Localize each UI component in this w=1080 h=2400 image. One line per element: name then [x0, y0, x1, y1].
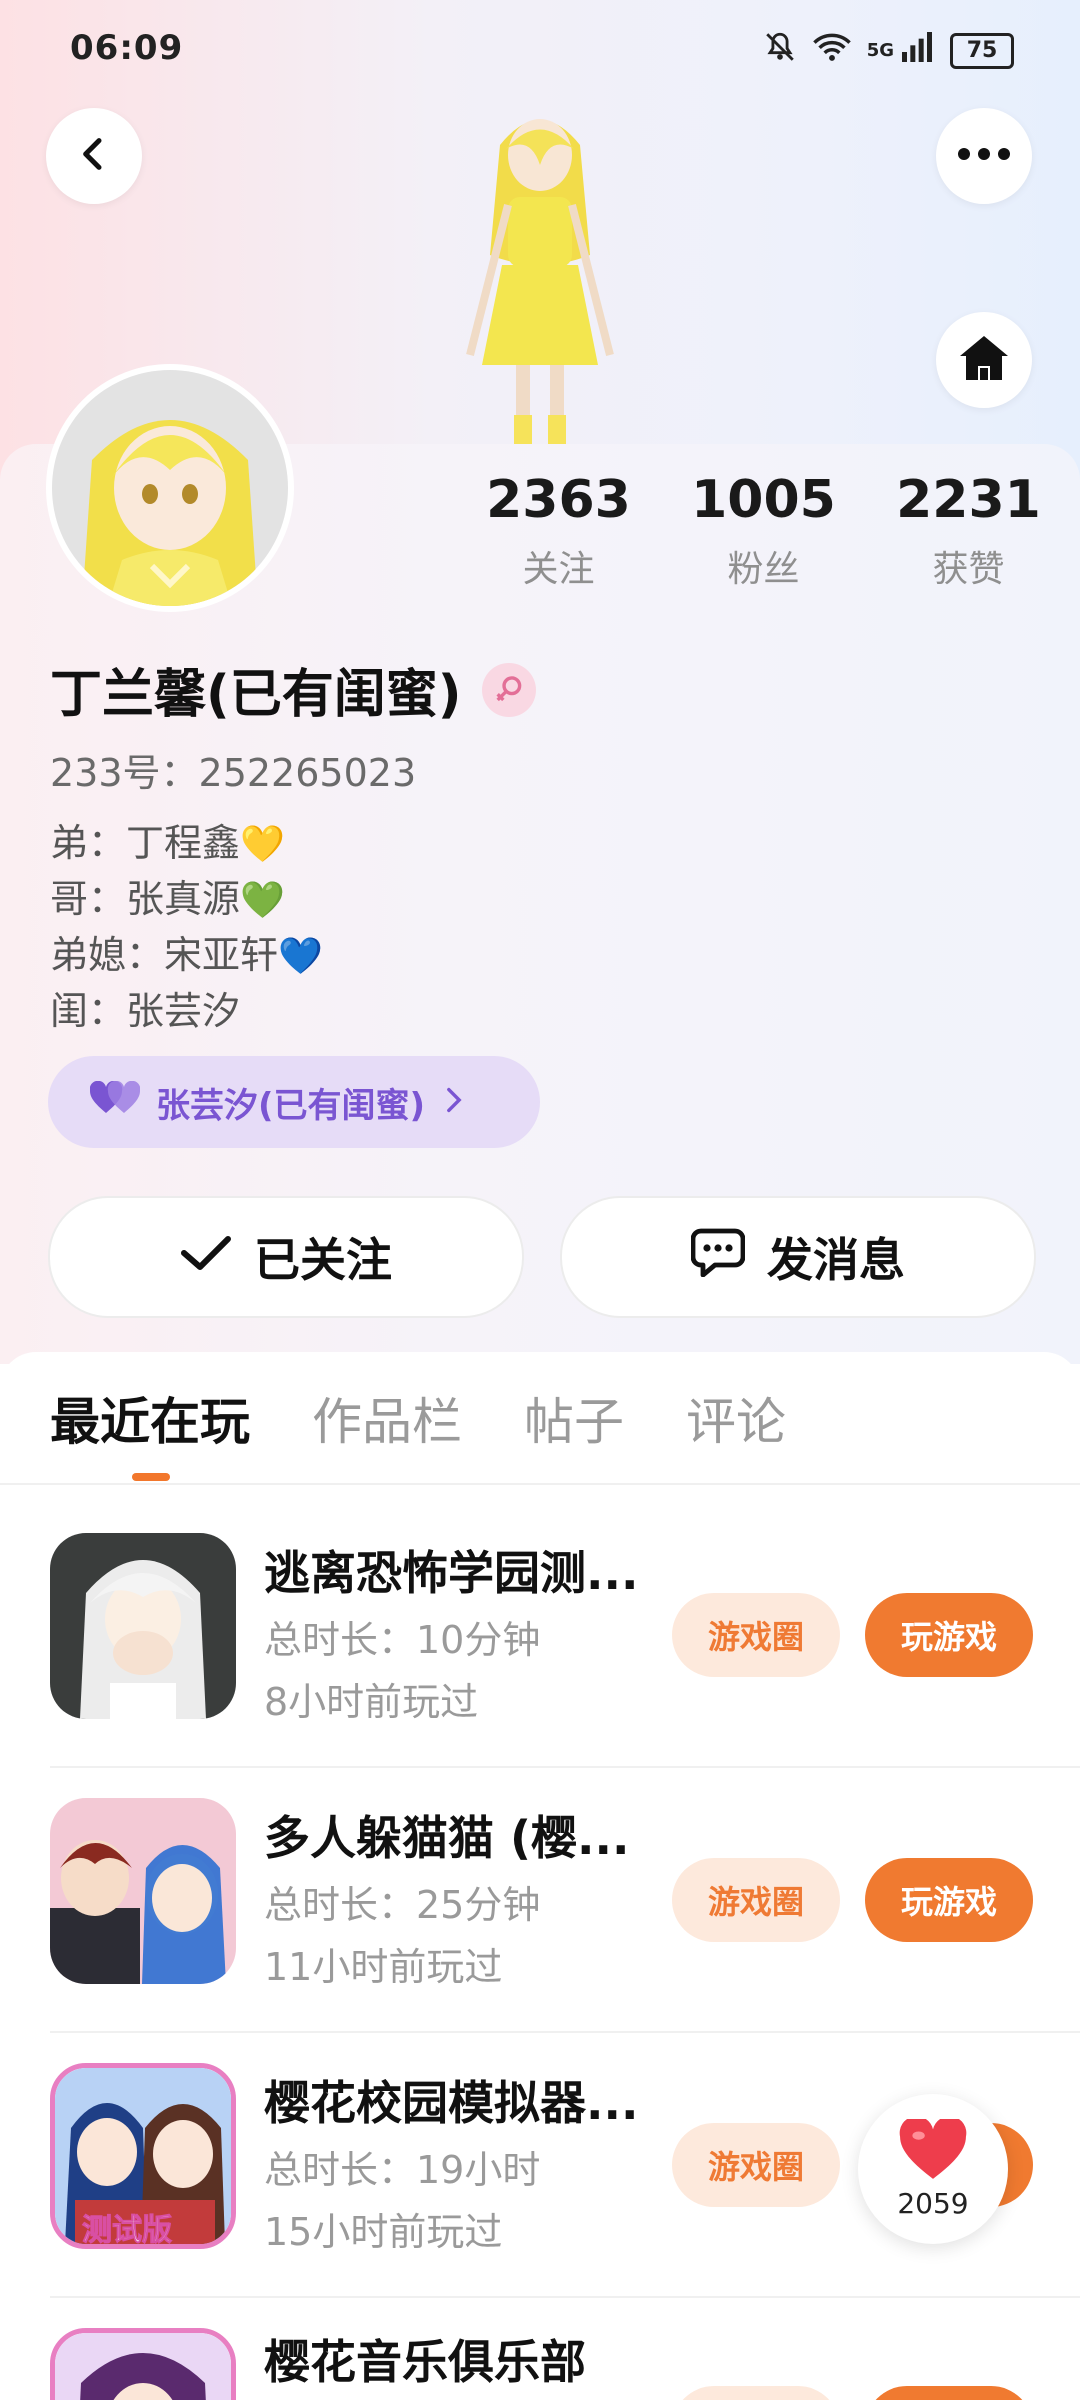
game-last-played: 15小时前玩过 — [264, 2210, 503, 2254]
tab-posts[interactable]: 帖子 — [524, 1382, 624, 1454]
check-icon — [180, 1230, 254, 1284]
tab-divider — [0, 1483, 1080, 1485]
game-title: 樱花音乐俱乐部 — [264, 2335, 586, 2389]
profile-name: 丁兰馨(已有闺蜜) — [50, 665, 462, 725]
game-title: 逃离恐怖学园测... — [264, 1546, 639, 1600]
like-count: 2059 — [897, 2186, 969, 2220]
play-game-button[interactable] — [865, 2386, 1033, 2400]
followed-label: 已关注 — [254, 1233, 392, 1287]
game-list-item[interactable]: 樱花音乐俱乐部 — [0, 2298, 1080, 2400]
home-icon — [958, 334, 1010, 386]
bio-text: 闺：张芸汐 — [50, 989, 241, 1033]
status-bar: 06:09 5G 75 — [0, 0, 1080, 100]
blue-heart-icon: 💙 — [278, 936, 323, 977]
mute-icon — [763, 30, 797, 71]
bio-line: 哥：张真源💚 — [50, 872, 323, 928]
profile-stats: 2363 关注 1005 粉丝 2231 获赞 — [456, 470, 1071, 592]
stat-label: 获赞 — [932, 549, 1005, 590]
like-floating-button[interactable]: 2059 — [858, 2094, 1008, 2244]
game-circle-button[interactable]: 游戏圈 — [672, 1593, 840, 1677]
game-title: 樱花校园模拟器... — [264, 2076, 639, 2130]
profile-tabs: 最近在玩 作品栏 帖子 评论 — [50, 1382, 786, 1454]
message-bubble-icon — [690, 1227, 767, 1288]
female-gender-icon — [481, 662, 536, 717]
bio-line: 闺：张芸汐 — [50, 984, 323, 1038]
game-duration: 总时长：10分钟 — [264, 1618, 541, 1662]
more-options-button[interactable] — [936, 108, 1032, 204]
followed-button[interactable]: 已关注 — [48, 1196, 524, 1318]
game-circle-button[interactable]: 游戏圈 — [672, 2123, 840, 2207]
tab-recently-played[interactable]: 最近在玩 — [50, 1382, 250, 1454]
home-button[interactable] — [936, 312, 1032, 408]
game-last-played: 11小时前玩过 — [264, 1945, 503, 1989]
tab-comments[interactable]: 评论 — [686, 1382, 786, 1454]
stat-label: 关注 — [522, 549, 595, 590]
game-duration: 总时长：25分钟 — [264, 1883, 541, 1927]
stat-value: 2231 — [896, 470, 1041, 530]
bio: 弟：丁程鑫💛 哥：张真源💚 弟媳：宋亚轩💙 闺：张芸汐 — [50, 816, 323, 1038]
back-button[interactable] — [46, 108, 142, 204]
yellow-heart-icon: 💛 — [240, 824, 285, 865]
stat-following[interactable]: 2363 关注 — [456, 470, 661, 592]
game-icon — [50, 2328, 236, 2400]
active-tab-indicator — [132, 1473, 170, 1481]
stat-value: 2363 — [486, 470, 631, 530]
play-game-button[interactable]: 玩游戏 — [865, 1858, 1033, 1942]
avatar-character-figure — [430, 105, 650, 445]
game-list-item[interactable]: 逃离恐怖学园测... 总时长：10分钟 8小时前玩过 游戏圈 玩游戏 — [0, 1503, 1080, 1768]
double-heart-icon — [89, 1080, 141, 1124]
test-version-badge: 测试版 — [82, 2213, 173, 2249]
game-icon — [50, 1533, 236, 1719]
status-time: 06:09 — [70, 28, 184, 68]
bio-text: 哥：张真源 — [50, 877, 241, 921]
stat-likes[interactable]: 2231 获赞 — [866, 470, 1071, 592]
bio-line: 弟：丁程鑫💛 — [50, 816, 323, 872]
wifi-icon — [812, 32, 851, 69]
avatar[interactable] — [46, 364, 294, 612]
chevron-left-icon — [74, 134, 114, 178]
game-title: 多人躲猫猫 (樱... — [264, 1811, 630, 1865]
green-heart-icon: 💚 — [240, 880, 285, 921]
send-message-button[interactable]: 发消息 — [560, 1196, 1036, 1318]
stat-value: 1005 — [691, 470, 836, 530]
chevron-right-icon — [445, 1082, 463, 1122]
bio-text: 弟：丁程鑫 — [50, 821, 241, 865]
bestie-link[interactable]: 张芸汐(已有闺蜜) — [48, 1056, 540, 1148]
profile-name-row: 丁兰馨(已有闺蜜) — [50, 652, 536, 727]
heart-icon — [898, 2115, 968, 2185]
stat-followers[interactable]: 1005 粉丝 — [661, 470, 866, 592]
battery-icon: 75 — [950, 32, 1014, 69]
user-id: 233号：252265023 — [50, 751, 417, 795]
send-message-label: 发消息 — [767, 1233, 905, 1287]
stat-label: 粉丝 — [727, 549, 800, 590]
play-game-button[interactable]: 玩游戏 — [865, 1593, 1033, 1677]
bio-text: 弟媳：宋亚轩 — [50, 933, 279, 977]
bio-line: 弟媳：宋亚轩💙 — [50, 928, 323, 984]
bestie-label: 张芸汐(已有闺蜜) — [156, 1085, 426, 1126]
game-icon — [50, 1798, 236, 1984]
network-label: 5G — [866, 40, 894, 61]
game-circle-button[interactable]: 游戏圈 — [672, 1858, 840, 1942]
game-duration: 总时长：19小时 — [264, 2148, 541, 2192]
signal-icon — [900, 32, 934, 69]
tab-works[interactable]: 作品栏 — [312, 1382, 462, 1454]
game-circle-button[interactable] — [672, 2386, 840, 2400]
game-last-played: 8小时前玩过 — [264, 1680, 479, 1724]
status-icons: 5G 75 — [763, 30, 1014, 71]
more-horizontal-icon — [956, 146, 1012, 166]
game-list-item[interactable]: 多人躲猫猫 (樱... 总时长：25分钟 11小时前玩过 游戏圈 玩游戏 — [0, 1768, 1080, 2033]
